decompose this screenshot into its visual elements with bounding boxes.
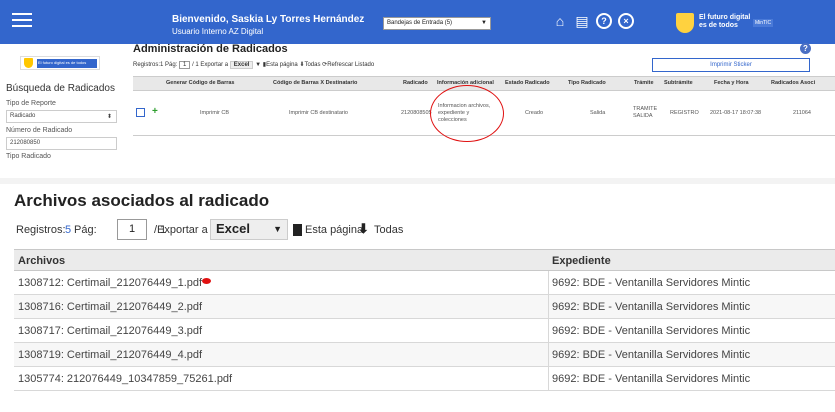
edit-icon[interactable] [136, 108, 145, 117]
col-expediente[interactable]: Expediente [552, 255, 611, 267]
table-row[interactable]: 1308716: Certimail_212076449_2.pdf 9692:… [14, 295, 835, 319]
report-type-label: Tipo de Reporte [6, 100, 56, 107]
help-icon[interactable]: ? [596, 13, 612, 29]
tramite-line-1: TRAMITE [633, 106, 658, 112]
sidebar-logo: El futuro digital es de todos [20, 56, 100, 70]
tipo-value: Salida [590, 110, 606, 116]
this-page-button[interactable]: Esta página [305, 224, 363, 236]
fecha-value: 2021-08-17 18:07:38 [710, 110, 762, 116]
col-tipo[interactable]: Tipo Radicado [568, 80, 606, 86]
this-page-button[interactable]: ▮Esta página [263, 62, 298, 68]
home-icon[interactable]: ⌂ [552, 13, 568, 29]
export-label: Exportar a [157, 224, 208, 236]
subtramite-value: REGISTRO [670, 110, 699, 116]
number-field[interactable]: 212080850 [6, 137, 117, 150]
page-label: Pág: [74, 224, 97, 236]
file-link[interactable]: 1308712: Certimail_212076449_1.pdf [18, 277, 202, 289]
barcode-link[interactable]: Imprimir CB [200, 110, 229, 116]
file-link[interactable]: 1308717: Certimail_212076449_3.pdf [18, 325, 202, 337]
document-icon[interactable]: ▤ [574, 13, 590, 29]
chevron-down-icon: ▼ [273, 224, 282, 234]
welcome-text: Bienvenido, Saskia Ly Torres Hernández [172, 14, 365, 25]
page-total: / 1 [192, 62, 199, 68]
all-button[interactable]: ⬇Todas [299, 62, 320, 68]
annotation-dot [202, 278, 211, 284]
records-label: Registros: [16, 224, 66, 236]
colombia-shield-icon [676, 13, 694, 33]
report-type-select[interactable]: Radicado ⬍ [6, 110, 117, 123]
all-button[interactable]: Todas [374, 224, 403, 236]
sidebar-title: Búsqueda de Radicados [6, 83, 115, 94]
expediente-value: 9692: BDE - Ventanilla Servidores Mintic [552, 349, 751, 361]
expediente-value: 9692: BDE - Ventanilla Servidores Mintic [552, 325, 751, 337]
chevron-down-icon: ▼ [481, 20, 487, 26]
divider [0, 178, 835, 184]
col-radicado[interactable]: Radicado [403, 80, 428, 86]
tramite-line-2: SALIDA [633, 113, 653, 119]
close-icon[interactable]: × [618, 13, 634, 29]
chevron-down-icon: ⬍ [106, 114, 112, 120]
col-estado[interactable]: Estado Radicado [505, 80, 550, 86]
col-files[interactable]: Archivos [18, 255, 65, 267]
annotation-circle [430, 85, 504, 142]
file-link[interactable]: 1305774: 212076449_10347859_75261.pdf [18, 373, 232, 385]
admin-toolbar: Registros:1 Pág: 1 / 1 Exportar a Excel … [133, 61, 374, 69]
table-row[interactable]: 1308712: Certimail_212076449_1.pdf 9692:… [14, 271, 835, 295]
colombia-shield-icon [24, 58, 33, 68]
number-label: Número de Radicado [6, 127, 73, 134]
expediente-value: 9692: BDE - Ventanilla Servidores Mintic [552, 373, 751, 385]
records-value: 5 [65, 224, 72, 236]
asociados-value: 211064 [793, 110, 811, 116]
sidebar-logo-text: El futuro digital es de todos [37, 59, 97, 68]
plus-icon[interactable]: + [152, 106, 158, 117]
download-icon[interactable]: ⬇ [358, 221, 369, 237]
col-fecha[interactable]: Fecha y Hora [714, 80, 749, 86]
expediente-value: 9692: BDE - Ventanilla Servidores Mintic [552, 301, 751, 313]
admin-title: Administración de Radicados [133, 43, 288, 55]
brand-ministry: MinTIC [753, 19, 774, 27]
user-type-text: Usuario Interno AZ Digital [172, 27, 264, 36]
estado-value: Creado [525, 110, 544, 116]
col-tramite[interactable]: Trámite [634, 80, 654, 86]
records-count: Registros:1 [133, 62, 164, 68]
print-sticker-button[interactable]: Imprimir Sticker [652, 58, 810, 72]
col-subtramite[interactable]: Subtrámite [664, 80, 693, 86]
page-input[interactable]: 1 [179, 61, 191, 69]
export-label: Exportar a [200, 62, 229, 68]
refresh-button[interactable]: ⟳Refrescar Listado [322, 62, 374, 68]
export-select[interactable]: Excel [229, 61, 254, 69]
brand-text: El futuro digital es de todos [699, 14, 751, 29]
type-label: Tipo Radicado [6, 153, 51, 160]
menu-icon[interactable] [12, 13, 32, 29]
file-link[interactable]: 1308716: Certimail_212076449_2.pdf [18, 301, 202, 313]
files-title: Archivos asociados al radicado [14, 191, 270, 210]
col-barcode[interactable]: Generar Código de Barras [166, 80, 234, 86]
inbox-select[interactable]: Bandejas de Entrada (5) ▼ [383, 17, 491, 30]
col-barcode-dest[interactable]: Código de Barras X Destinatario [273, 80, 357, 86]
chevron-down-icon: ▼ [255, 62, 262, 68]
col-asociados[interactable]: Radicados Asoci [771, 80, 815, 86]
inbox-select-value: Bandejas de Entrada (5) [387, 20, 453, 26]
barcode-dest-link[interactable]: Imprimir CB destinatario [289, 110, 348, 116]
expediente-value: 9692: BDE - Ventanilla Servidores Mintic [552, 277, 751, 289]
table-row[interactable]: 1305774: 212076449_10347859_75261.pdf 96… [14, 367, 835, 391]
help-icon[interactable]: ? [800, 43, 811, 54]
files-table-header: Archivos Expediente [14, 249, 835, 271]
table-row[interactable]: 1308719: Certimail_212076449_4.pdf 9692:… [14, 343, 835, 367]
table-row[interactable]: 1308717: Certimail_212076449_3.pdf 9692:… [14, 319, 835, 343]
page-input[interactable]: 1 [117, 219, 147, 240]
export-select[interactable]: Excel ▼ [210, 219, 288, 240]
page-label: Pág: [165, 62, 178, 68]
page-export-icon[interactable] [293, 224, 302, 236]
radicado-value: 2120808505 [401, 110, 432, 116]
file-link[interactable]: 1308719: Certimail_212076449_4.pdf [18, 349, 202, 361]
